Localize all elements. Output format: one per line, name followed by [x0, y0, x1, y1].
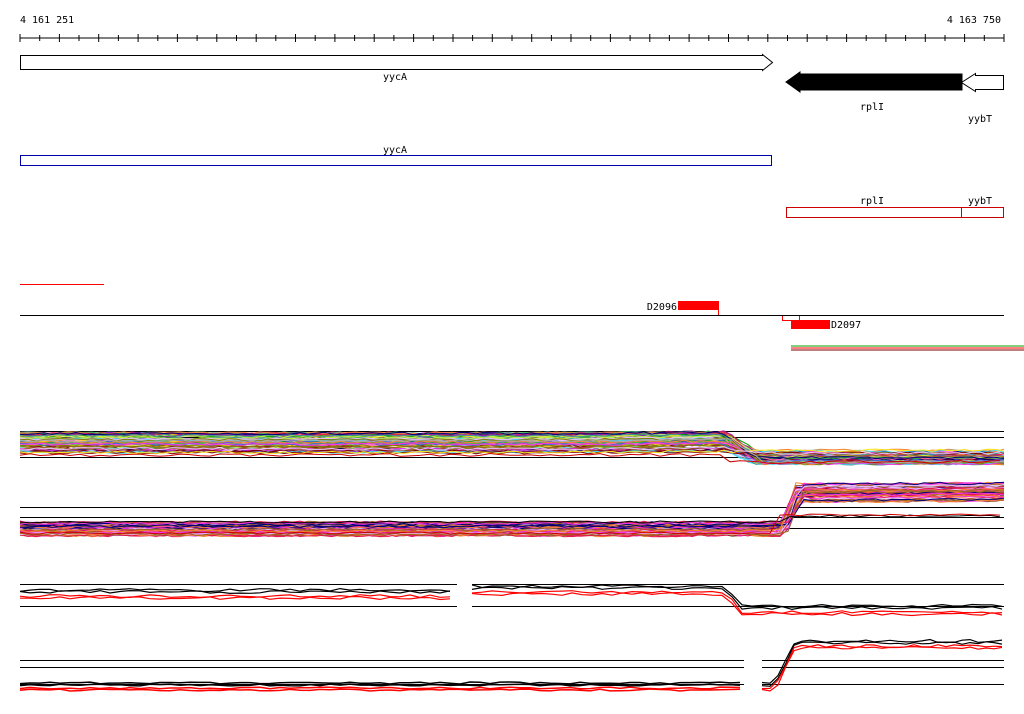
expression-profile-line: [19, 589, 451, 595]
gene-arrow-yycA[interactable]: [20, 53, 774, 72]
gene-track: yycA rplI yybT: [20, 53, 1004, 125]
transcript-track-red: rplI yybT: [786, 196, 1004, 218]
expression-profile-line: [19, 688, 741, 692]
gene-arrow-rplI[interactable]: [785, 71, 963, 93]
transcript-label-rplI: rplI: [860, 196, 884, 207]
ruler-start-label: 4 161 251: [20, 15, 74, 26]
coordinate-ruler: 4 161 251 4 163 750: [19, 15, 1005, 42]
gene-label-yycA: yycA: [383, 72, 407, 83]
probe-track: D2096 D2097: [20, 301, 1024, 351]
expression-profile-line: [19, 498, 1004, 525]
probe-D2097-connector: [782, 316, 800, 321]
genome-browser-view: 4 161 251 4 163 750 yycA rplI yybT yycA …: [19, 15, 1024, 692]
probe-D2096[interactable]: [678, 301, 719, 310]
expression-panel-4: [19, 638, 1004, 692]
transcript-track-blue: yycA: [20, 145, 772, 166]
transcript-box-yybT[interactable]: [961, 207, 1004, 218]
expression-panel-3: [19, 584, 1004, 617]
probe-D2097[interactable]: [791, 320, 830, 329]
expression-profile-line: [19, 514, 1001, 524]
expression-profile-line: [19, 686, 741, 690]
gene-label-yybT: yybT: [968, 114, 992, 125]
expression-profile-line: [20, 596, 451, 601]
expression-panel-2: [19, 481, 1005, 538]
transcript-label-yybT: yybT: [968, 196, 992, 207]
expression-panel-1: [19, 430, 1005, 466]
ruler-end-label: 4 163 750: [947, 15, 1001, 26]
transcript-box-rplI[interactable]: [786, 207, 962, 218]
transcript-label-yycA: yycA: [383, 145, 407, 156]
expression-profile-line: [19, 681, 741, 685]
probe-label-D2096: D2096: [647, 302, 677, 313]
gene-label-rplI: rplI: [860, 102, 884, 113]
expression-profile-line: [761, 644, 1003, 690]
transcript-box-yycA[interactable]: [20, 155, 772, 166]
expression-profile-line: [19, 498, 1005, 526]
gene-arrow-yybT[interactable]: [960, 72, 1004, 93]
probe-label-D2097: D2097: [831, 320, 861, 331]
